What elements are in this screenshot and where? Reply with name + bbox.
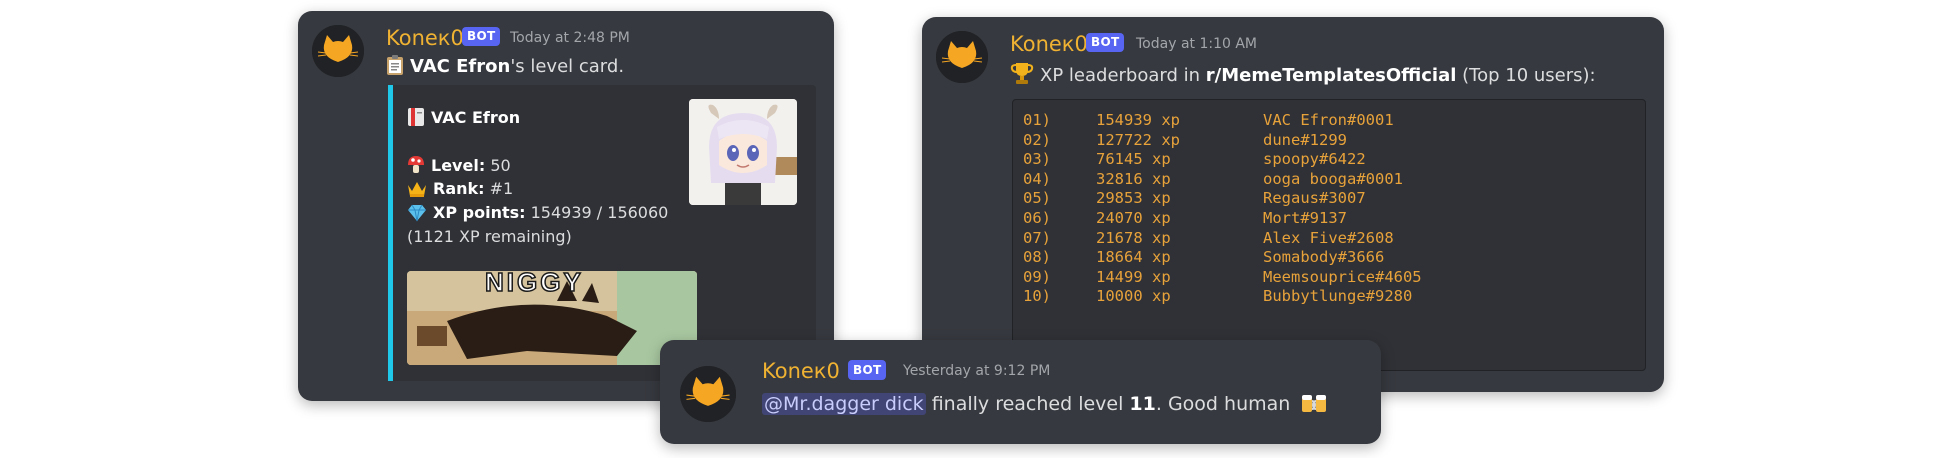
xp-value: 154939 / 156060 bbox=[530, 203, 669, 222]
cat-face-icon bbox=[936, 31, 988, 83]
bot-badge: BOT bbox=[1086, 33, 1125, 52]
leaderboard-message: Koneк0 BOT Today at 1:10 AM XP leaderboa… bbox=[922, 17, 1664, 392]
message-content: @Mr.dagger dick finally reached level 11… bbox=[762, 392, 1336, 419]
embed-xp-line: XP points: 154939 / 156060 bbox=[407, 203, 668, 226]
rank-label: Rank: bbox=[433, 179, 485, 198]
level-label: Level: bbox=[431, 156, 486, 175]
level-card-user: VAC Efron bbox=[410, 56, 511, 77]
xp-label: XP points: bbox=[433, 203, 526, 222]
bot-avatar[interactable] bbox=[936, 31, 988, 83]
embed-image[interactable]: NIGGY bbox=[407, 271, 697, 365]
bot-avatar[interactable] bbox=[312, 25, 364, 77]
leaderboard-suffix: (Top 10 users): bbox=[1456, 65, 1596, 86]
embed-level-line: Level: 50 bbox=[407, 155, 511, 179]
message-content: XP leaderboard in r/MemeTemplatesOfficia… bbox=[1010, 61, 1596, 90]
xp-remaining: (1121 XP remaining) bbox=[407, 227, 572, 246]
gem-icon bbox=[407, 204, 427, 226]
level-card-title-suffix: 's level card. bbox=[510, 56, 625, 77]
avatar-thumbnail[interactable] bbox=[689, 99, 797, 205]
bot-username[interactable]: Koneк0 bbox=[762, 359, 840, 383]
leaderboard-subreddit: r/MemeTemplatesOfficial bbox=[1205, 65, 1457, 86]
bot-badge: BOT bbox=[848, 360, 887, 380]
clipboard-icon bbox=[386, 54, 404, 81]
bot-username[interactable]: Koneк0 bbox=[386, 26, 464, 50]
bot-badge: BOT bbox=[462, 27, 501, 46]
level-value: 50 bbox=[490, 156, 511, 175]
bot-username[interactable]: Koneк0 bbox=[1010, 32, 1088, 56]
cat-face-icon bbox=[680, 366, 736, 422]
trophy-icon bbox=[1010, 61, 1034, 90]
message-timestamp[interactable]: Yesterday at 9:12 PM bbox=[903, 363, 1050, 379]
embed-rank-line: Rank: #1 bbox=[407, 179, 513, 202]
message-content: VAC Efron's level card. bbox=[386, 54, 624, 81]
message-timestamp[interactable]: Today at 2:48 PM bbox=[510, 30, 630, 46]
level-embed: VAC Efron Level: 50 Rank: #1 XP points: … bbox=[388, 85, 816, 381]
cat-face-icon bbox=[312, 25, 364, 77]
rank-value: #1 bbox=[489, 179, 514, 198]
mushroom-icon bbox=[407, 155, 425, 179]
leaderboard-prefix: XP leaderboard in bbox=[1040, 65, 1206, 86]
levelup-end: . Good human bbox=[1155, 393, 1291, 415]
beer-mugs-icon bbox=[1300, 392, 1330, 419]
levelup-mid: finally reached level bbox=[925, 393, 1130, 415]
embed-image-caption: NIGGY bbox=[484, 271, 584, 298]
levelup-level: 11 bbox=[1129, 393, 1156, 415]
user-mention[interactable]: @Mr.dagger dick bbox=[762, 393, 926, 415]
crown-icon bbox=[407, 180, 427, 202]
embed-name-line: VAC Efron bbox=[407, 107, 520, 131]
levelup-message: Koneк0 BOT Yesterday at 9:12 PM @Mr.dagg… bbox=[660, 340, 1381, 444]
bot-avatar[interactable] bbox=[680, 366, 736, 422]
embed-user-name: VAC Efron bbox=[431, 108, 521, 127]
bookmark-icon bbox=[407, 107, 425, 131]
message-timestamp[interactable]: Today at 1:10 AM bbox=[1136, 36, 1257, 52]
leaderboard-code-block: 01) 154939 xp VAC Efron#0001 02) 127722 xp d… bbox=[1012, 99, 1646, 371]
